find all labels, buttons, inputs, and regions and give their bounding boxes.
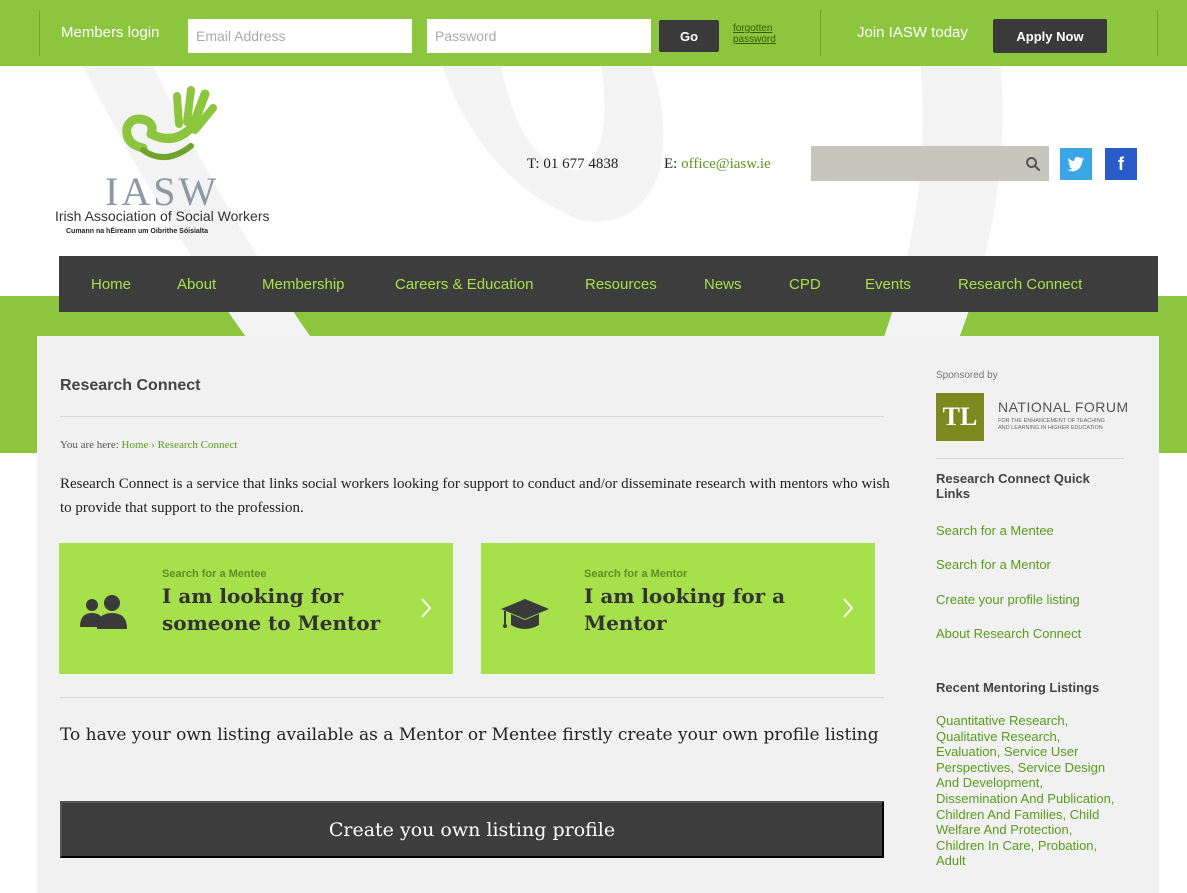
twitter-icon	[1067, 156, 1084, 172]
breadcrumb-current[interactable]: Research Connect	[158, 439, 238, 451]
sponsor-tagline-line: AND LEARNING IN HIGHER EDUCATION	[998, 425, 1103, 431]
phone-prefix: T:	[527, 156, 540, 172]
main-nav: Home About Membership Careers & Educatio…	[59, 256, 1158, 312]
iasw-logo[interactable]: IASW Irish Association of Social Workers…	[55, 86, 285, 246]
create-listing-button[interactable]: Create you own listing profile	[60, 801, 884, 858]
recent-listing-link[interactable]: Quantitative Research, Qualitative Resea…	[936, 713, 1116, 893]
sponsor-tagline-line: FOR THE ENHANCEMENT OF TEACHING	[998, 418, 1105, 424]
divider	[60, 416, 884, 417]
divider	[1157, 10, 1158, 56]
twitter-button[interactable]	[1060, 148, 1092, 180]
cta-text: To have your own listing available as a …	[60, 725, 879, 745]
forgotten-password-link[interactable]: forgotten password	[733, 23, 793, 45]
sponsor-tagline: FOR THE ENHANCEMENT OF TEACHING AND LEAR…	[998, 418, 1105, 432]
card-title: I am looking for someone to Mentor	[162, 584, 381, 635]
phone: T: 01 677 4838	[527, 156, 618, 173]
search-mentee-card[interactable]: Search for a Mentee I am looking for som…	[59, 543, 453, 674]
breadcrumb-home-link[interactable]: Home	[122, 439, 149, 451]
join-label: Join IASW today	[857, 24, 968, 41]
divider	[936, 458, 1124, 459]
search-mentor-card[interactable]: Search for a Mentor I am looking for a M…	[481, 543, 875, 674]
nav-item-research-connect[interactable]: Research Connect	[958, 276, 1082, 293]
quick-link-search-mentor[interactable]: Search for a Mentor	[936, 557, 1051, 572]
chevron-right-icon	[421, 598, 432, 618]
divider	[60, 697, 884, 698]
card-small-label: Search for a Mentor	[584, 568, 688, 580]
breadcrumb-prefix: You are here:	[60, 439, 119, 451]
people-icon	[80, 595, 127, 629]
breadcrumb-separator: ›	[151, 439, 155, 451]
email-link[interactable]: office@iasw.ie	[681, 156, 771, 172]
quick-link-search-mentee[interactable]: Search for a Mentee	[936, 523, 1054, 538]
email-contact: E: office@iasw.ie	[664, 156, 771, 173]
quick-links-heading: Research Connect Quick Links	[936, 471, 1090, 501]
nav-item-about[interactable]: About	[177, 276, 216, 293]
recent-listings-heading: Recent Mentoring Listings	[936, 680, 1100, 695]
facebook-button[interactable]: f	[1105, 148, 1137, 180]
quick-link-create-profile[interactable]: Create your profile listing	[936, 592, 1080, 607]
quick-link-about[interactable]: About Research Connect	[936, 626, 1081, 641]
email-prefix: E:	[664, 156, 678, 172]
divider	[820, 10, 821, 56]
nav-item-news[interactable]: News	[704, 276, 742, 293]
hand-logo-icon	[122, 86, 217, 160]
apply-now-button[interactable]: Apply Now	[993, 19, 1107, 53]
sponsor-logo-mark: TL	[936, 393, 984, 441]
sponsor-name: NATIONAL FORUM	[998, 399, 1129, 415]
search-input[interactable]	[811, 146, 1049, 181]
nav-item-membership[interactable]: Membership	[262, 276, 345, 293]
nav-item-careers[interactable]: Careers & Education	[395, 276, 533, 293]
members-login-label: Members login	[61, 24, 160, 41]
card-title: I am looking for a Mentor	[584, 584, 786, 635]
chevron-right-icon	[843, 598, 854, 618]
search-icon[interactable]	[1025, 156, 1041, 172]
sponsored-by-label: Sponsored by	[936, 370, 998, 381]
graduation-cap-icon	[501, 599, 549, 629]
logo-full-name: Irish Association of Social Workers	[55, 208, 270, 224]
page-title: Research Connect	[60, 377, 201, 394]
phone-number: 01 677 4838	[543, 156, 619, 172]
breadcrumb: You are here: Home › Research Connect	[60, 439, 237, 451]
nav-item-home[interactable]: Home	[91, 276, 131, 293]
nav-item-resources[interactable]: Resources	[585, 276, 657, 293]
divider	[39, 10, 40, 56]
nav-item-cpd[interactable]: CPD	[789, 276, 821, 293]
facebook-icon: f	[1118, 153, 1124, 174]
nav-item-events[interactable]: Events	[865, 276, 911, 293]
sponsor-logo[interactable]: TL NATIONAL FORUM FOR THE ENHANCEMENT OF…	[936, 393, 1128, 441]
card-small-label: Search for a Mentee	[162, 568, 267, 580]
logo-irish-name: Cumann na hÉireann um Oibrithe Sóisialta	[66, 228, 208, 235]
intro-text: Research Connect is a service that links…	[60, 476, 890, 516]
password-input[interactable]	[427, 19, 651, 53]
top-bar: Members login Go forgotten password Join…	[0, 0, 1187, 66]
email-input[interactable]	[188, 19, 412, 53]
go-button[interactable]: Go	[659, 20, 719, 52]
